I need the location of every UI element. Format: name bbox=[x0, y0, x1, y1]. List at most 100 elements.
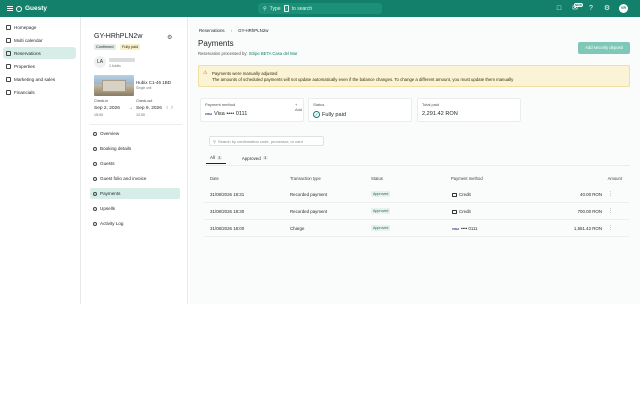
row-amount: 1,551.42 RON bbox=[573, 226, 602, 231]
sidebar-item-reservations[interactable]: Reservations bbox=[3, 47, 76, 59]
tab-all[interactable]: All 3 bbox=[206, 153, 226, 164]
row-method: Credit bbox=[452, 209, 471, 214]
row-method: VISA •••• 0111 bbox=[452, 226, 478, 231]
menu-activity-log[interactable]: Activity Log bbox=[90, 218, 180, 229]
menu-overview[interactable]: Overview bbox=[90, 128, 180, 139]
warning-icon: ⚠ bbox=[203, 70, 208, 76]
menu-label: Guest folio and invoice bbox=[100, 176, 147, 181]
settings-icon[interactable]: ⚙ bbox=[603, 5, 611, 13]
total-paid-label: Total paid bbox=[422, 102, 440, 107]
menu-label: Payments bbox=[100, 191, 121, 196]
processor-link[interactable]: Stripe BETA Casa del Mar bbox=[249, 51, 298, 56]
menu-icon[interactable] bbox=[7, 6, 13, 11]
sidebar-item-label: Marketing and sales bbox=[14, 76, 56, 82]
more-vertical-icon[interactable]: ⋮ bbox=[608, 191, 613, 197]
search-prefix: Type bbox=[269, 5, 281, 12]
menu-guests[interactable]: Guests bbox=[90, 158, 180, 169]
row-type: Recorded payment bbox=[290, 192, 328, 197]
payments-search-input[interactable]: ⚲ Search by confirmation code, processor… bbox=[209, 136, 324, 146]
tab-count: 3 bbox=[262, 156, 268, 160]
col-payment-method[interactable]: Payment method bbox=[451, 176, 483, 181]
menu-booking-details[interactable]: Booking details bbox=[90, 143, 180, 154]
search-shortcut: / bbox=[283, 5, 289, 12]
menu-label: Activity Log bbox=[100, 221, 124, 226]
col-amount[interactable]: Amount bbox=[608, 176, 622, 181]
sidebar-item-label: Reservations bbox=[14, 50, 41, 56]
guest-avatar[interactable]: LA bbox=[94, 56, 106, 68]
checkout-time: 12:00 bbox=[136, 113, 145, 117]
more-vertical-icon[interactable]: ⋮ bbox=[608, 225, 613, 231]
tab-label: Approved bbox=[241, 155, 261, 161]
payments-search-placeholder: Search by confirmation code, processor, … bbox=[217, 138, 303, 144]
warning-banner: ⚠ Payments were manually adjusted The am… bbox=[198, 65, 630, 87]
status-badge-confirmed: Confirmed bbox=[94, 44, 116, 50]
payment-method-value-row: VISA Visa •••• 0111 bbox=[205, 111, 247, 117]
row-date: 31/08/2026 18:30 bbox=[210, 209, 245, 214]
menu-payments[interactable]: Payments bbox=[90, 188, 180, 199]
main-content: Reservations › GY-HRhPLN2w Payments Rese… bbox=[189, 17, 640, 304]
divider bbox=[90, 124, 182, 125]
row-status: Approved bbox=[371, 208, 391, 214]
payment-method-value: Visa •••• 0111 bbox=[214, 111, 248, 117]
tab-count: 3 bbox=[216, 155, 222, 160]
payment-method-card: Payment method + Add VISA Visa •••• 0111 bbox=[200, 98, 304, 122]
reservation-code: GY-HRhPLN2w bbox=[94, 33, 143, 40]
sidebar-item-multi-calendar[interactable]: Multi calendar bbox=[3, 34, 76, 46]
total-paid-card: Total paid 2,291.42 RON bbox=[417, 98, 521, 122]
checkout-label: Check-out bbox=[136, 99, 153, 103]
booking-icon bbox=[93, 146, 97, 151]
nights-count: ☾ 7 bbox=[166, 105, 173, 110]
guest-count: 2 Adults bbox=[109, 64, 121, 68]
sidebar-item-marketing[interactable]: Marketing and sales bbox=[3, 73, 76, 85]
inbox-icon[interactable]: ✉ NEW bbox=[571, 2, 583, 13]
listing-name[interactable]: Hubix C1-46 1BD bbox=[136, 80, 171, 85]
brand-logo[interactable]: Guesty bbox=[7, 4, 47, 13]
gear-icon[interactable]: ⚙ bbox=[167, 34, 172, 41]
status-card: Status ✓ Fully paid bbox=[308, 98, 412, 122]
warning-title: Payments were manually adjusted bbox=[212, 71, 278, 76]
help-icon[interactable]: ? bbox=[587, 5, 595, 13]
col-status[interactable]: Status bbox=[371, 176, 383, 181]
tab-approved[interactable]: Approved 3 bbox=[238, 153, 272, 164]
listing-thumbnail[interactable] bbox=[94, 75, 134, 96]
table-header: Date Transaction type Status Payment met… bbox=[209, 175, 627, 183]
activity-icon bbox=[93, 221, 97, 226]
more-vertical-icon[interactable]: ⋮ bbox=[608, 208, 613, 214]
arrow-right-icon: → bbox=[128, 105, 133, 111]
sidebar-item-label: Financials bbox=[14, 89, 35, 95]
status-value: Fully paid bbox=[322, 111, 346, 118]
home-icon bbox=[6, 24, 11, 30]
global-search[interactable]: ⚲ Type / to search bbox=[258, 3, 382, 14]
breadcrumb-reservations[interactable]: Reservations bbox=[199, 28, 225, 33]
menu-upsells[interactable]: Upsells bbox=[90, 203, 180, 214]
row-method-label: Credit bbox=[459, 192, 471, 197]
sidebar-item-homepage[interactable]: Homepage bbox=[3, 21, 76, 33]
bell-icon[interactable]: □ bbox=[555, 5, 563, 13]
checkin-label: Check-in bbox=[94, 99, 109, 103]
status-badge-paid: Fully paid bbox=[120, 44, 141, 50]
search-suffix: to search bbox=[291, 5, 313, 12]
credit-card-icon bbox=[452, 192, 457, 197]
add-security-deposit-button[interactable]: Add security deposit bbox=[578, 42, 630, 54]
col-date[interactable]: Date bbox=[210, 176, 219, 181]
guest-name-redacted[interactable] bbox=[109, 58, 135, 62]
row-method: Credit bbox=[452, 192, 471, 197]
table-row[interactable]: 31/08/2026 18:31 Recorded payment Approv… bbox=[204, 187, 629, 203]
overview-icon bbox=[93, 131, 97, 136]
table-row[interactable]: 31/08/2026 18:30 Recorded payment Approv… bbox=[204, 204, 629, 220]
row-type: Recorded payment bbox=[290, 209, 328, 214]
main-sidebar: Homepage Multi calendar Reservations Pro… bbox=[0, 17, 81, 304]
sidebar-item-financials[interactable]: Financials bbox=[3, 86, 76, 98]
table-row[interactable]: 31/08/2026 18:00 Charge Approved VISA •••… bbox=[204, 221, 629, 237]
tab-label: All bbox=[210, 155, 215, 160]
row-status: Approved bbox=[371, 191, 391, 197]
upsells-icon bbox=[93, 206, 97, 211]
nights-value: 7 bbox=[170, 105, 173, 110]
sidebar-item-properties[interactable]: Properties bbox=[3, 60, 76, 72]
user-avatar[interactable]: VR bbox=[619, 4, 628, 13]
visa-icon: VISA bbox=[205, 112, 213, 116]
col-transaction-type[interactable]: Transaction type bbox=[290, 176, 321, 181]
sidebar-item-label: Homepage bbox=[14, 24, 37, 30]
add-payment-method-button[interactable]: + Add bbox=[295, 102, 303, 112]
menu-guest-folio[interactable]: Guest folio and invoice bbox=[90, 173, 180, 184]
